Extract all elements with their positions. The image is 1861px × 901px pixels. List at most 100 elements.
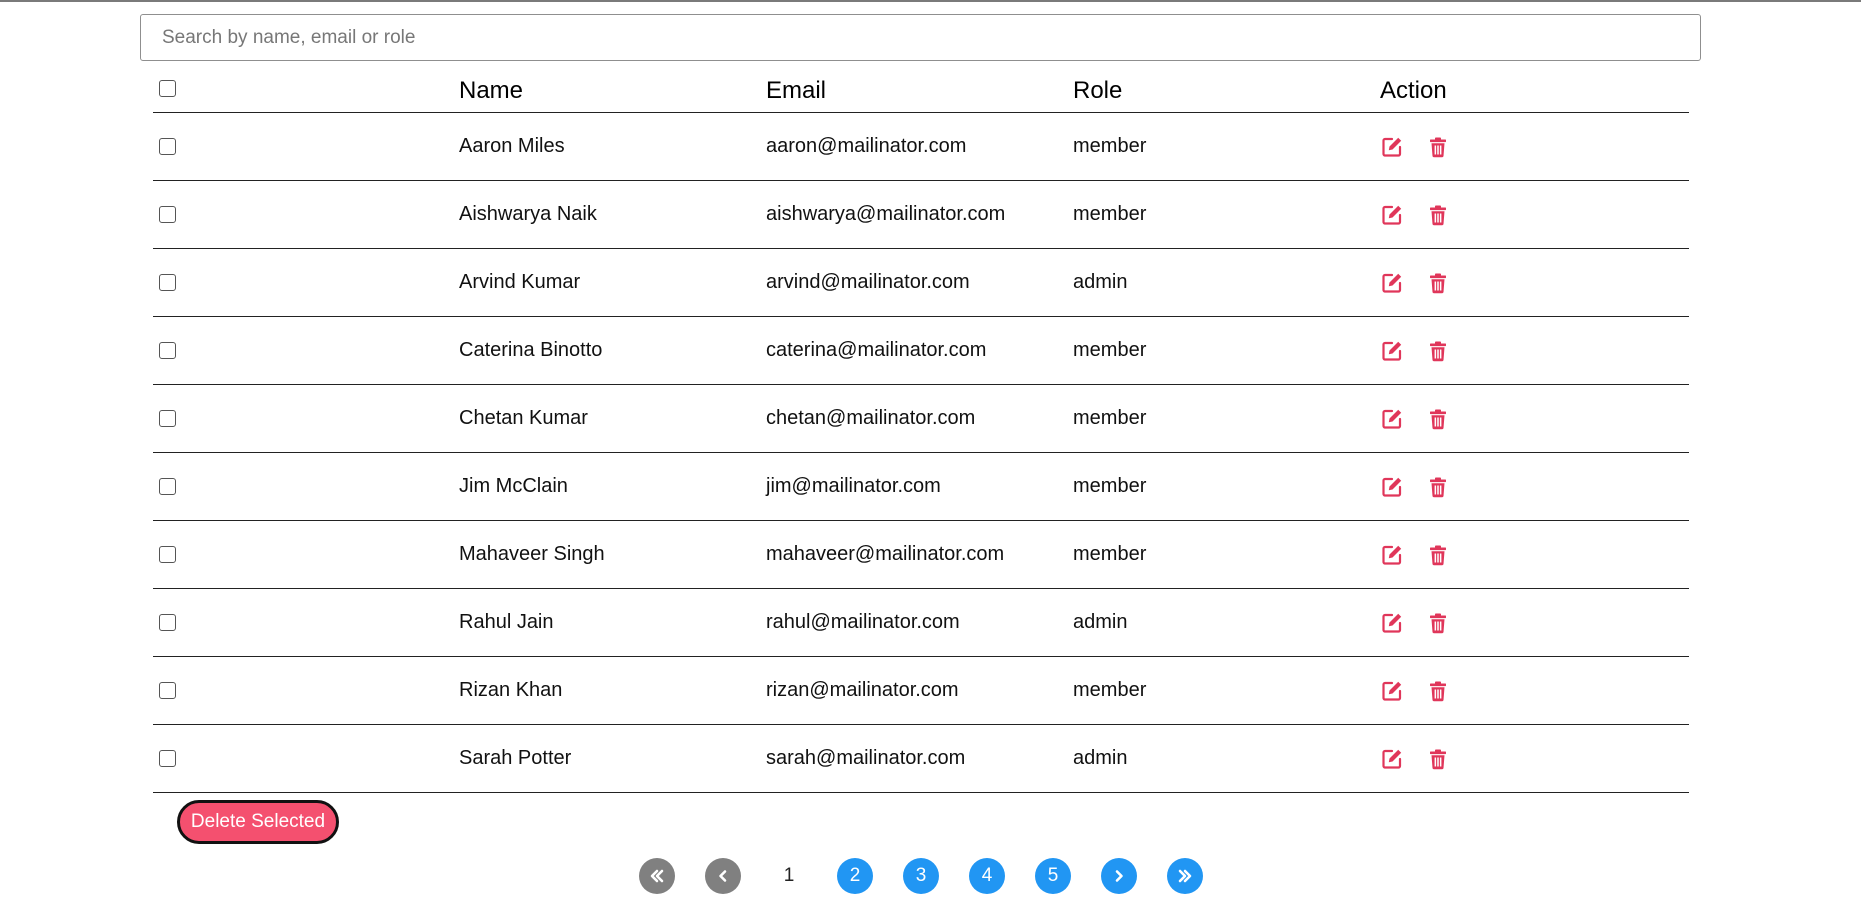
edit-icon[interactable] <box>1380 339 1404 363</box>
last-page-button[interactable] <box>1167 858 1203 894</box>
page-button-3[interactable]: 3 <box>903 858 939 894</box>
cell-email: rizan@mailinator.com <box>766 656 1073 725</box>
cell-role: member <box>1073 656 1380 725</box>
cell-name: Aishwarya Naik <box>459 180 766 249</box>
row-select-cell <box>153 248 459 317</box>
trash-icon[interactable] <box>1426 407 1450 431</box>
edit-icon[interactable] <box>1380 135 1404 159</box>
cell-email: arvind@mailinator.com <box>766 248 1073 317</box>
cell-name: Rahul Jain <box>459 588 766 657</box>
cell-actions <box>1380 724 1689 793</box>
row-select-cell <box>153 656 459 725</box>
select-all-checkbox[interactable] <box>159 80 176 98</box>
table-row: Arvind Kumar arvind@mailinator.com admin <box>153 248 1689 317</box>
header-action: Action <box>1380 70 1689 113</box>
row-select-cell <box>153 520 459 589</box>
header-select-cell <box>153 70 459 113</box>
trash-icon[interactable] <box>1426 543 1450 567</box>
cell-actions <box>1380 656 1689 725</box>
search-input[interactable] <box>140 14 1701 61</box>
table-row: Jim McClain jim@mailinator.com member <box>153 452 1689 521</box>
edit-icon[interactable] <box>1380 747 1404 771</box>
trash-icon[interactable] <box>1426 339 1450 363</box>
prev-page-button[interactable] <box>705 858 741 894</box>
edit-icon[interactable] <box>1380 475 1404 499</box>
cell-role: member <box>1073 112 1380 181</box>
trash-icon[interactable] <box>1426 203 1450 227</box>
cell-name: Jim McClain <box>459 452 766 521</box>
trash-icon[interactable] <box>1426 475 1450 499</box>
next-page-button[interactable] <box>1101 858 1137 894</box>
cell-actions <box>1380 520 1689 589</box>
table-row: Caterina Binotto caterina@mailinator.com m… <box>153 316 1689 385</box>
table-header-row: Name Email Role Action <box>153 70 1689 113</box>
edit-icon[interactable] <box>1380 271 1404 295</box>
cell-name: Arvind Kumar <box>459 248 766 317</box>
row-checkbox[interactable] <box>159 614 176 632</box>
page-button-5[interactable]: 5 <box>1035 858 1071 894</box>
row-checkbox[interactable] <box>159 750 176 768</box>
cell-role: admin <box>1073 588 1380 657</box>
search-bar <box>140 14 1701 61</box>
row-checkbox[interactable] <box>159 342 176 360</box>
row-checkbox[interactable] <box>159 410 176 428</box>
page-button-1[interactable]: 1 <box>771 858 807 894</box>
header-name: Name <box>459 70 766 113</box>
row-checkbox[interactable] <box>159 546 176 564</box>
row-select-cell <box>153 316 459 385</box>
chevron-right-icon <box>1111 868 1127 884</box>
first-page-button[interactable] <box>639 858 675 894</box>
row-select-cell <box>153 384 459 453</box>
edit-icon[interactable] <box>1380 203 1404 227</box>
cell-actions <box>1380 384 1689 453</box>
cell-email: aishwarya@mailinator.com <box>766 180 1073 249</box>
trash-icon[interactable] <box>1426 747 1450 771</box>
table-row: Rizan Khan rizan@mailinator.com member <box>153 656 1689 725</box>
cell-actions <box>1380 588 1689 657</box>
cell-email: chetan@mailinator.com <box>766 384 1073 453</box>
cell-role: member <box>1073 384 1380 453</box>
cell-role: member <box>1073 520 1380 589</box>
cell-email: sarah@mailinator.com <box>766 724 1073 793</box>
page-button-4[interactable]: 4 <box>969 858 1005 894</box>
edit-icon[interactable] <box>1380 679 1404 703</box>
trash-icon[interactable] <box>1426 679 1450 703</box>
cell-email: rahul@mailinator.com <box>766 588 1073 657</box>
row-select-cell <box>153 724 459 793</box>
row-select-cell <box>153 588 459 657</box>
row-select-cell <box>153 112 459 181</box>
trash-icon[interactable] <box>1426 135 1450 159</box>
users-table: Name Email Role Action Aaron Miles aaron@… <box>153 70 1689 793</box>
cell-role: member <box>1073 452 1380 521</box>
cell-email: aaron@mailinator.com <box>766 112 1073 181</box>
trash-icon[interactable] <box>1426 271 1450 295</box>
table-row: Aishwarya Naik aishwarya@mailinator.com me… <box>153 180 1689 249</box>
cell-actions <box>1380 316 1689 385</box>
edit-icon[interactable] <box>1380 407 1404 431</box>
cell-name: Caterina Binotto <box>459 316 766 385</box>
trash-icon[interactable] <box>1426 611 1450 635</box>
cell-role: member <box>1073 180 1380 249</box>
row-checkbox[interactable] <box>159 206 176 224</box>
pagination: 1 2 3 4 5 <box>639 858 1203 894</box>
cell-role: admin <box>1073 724 1380 793</box>
delete-selected-button[interactable]: Delete Selected <box>177 800 339 844</box>
page-button-2[interactable]: 2 <box>837 858 873 894</box>
cell-email: caterina@mailinator.com <box>766 316 1073 385</box>
row-checkbox[interactable] <box>159 478 176 496</box>
cell-actions <box>1380 112 1689 181</box>
top-divider <box>0 0 1861 2</box>
table-row: Chetan Kumar chetan@mailinator.com member <box>153 384 1689 453</box>
row-select-cell <box>153 452 459 521</box>
cell-email: mahaveer@mailinator.com <box>766 520 1073 589</box>
row-checkbox[interactable] <box>159 682 176 700</box>
cell-role: admin <box>1073 248 1380 317</box>
edit-icon[interactable] <box>1380 611 1404 635</box>
cell-actions <box>1380 452 1689 521</box>
cell-name: Rizan Khan <box>459 656 766 725</box>
cell-name: Chetan Kumar <box>459 384 766 453</box>
cell-name: Sarah Potter <box>459 724 766 793</box>
edit-icon[interactable] <box>1380 543 1404 567</box>
row-checkbox[interactable] <box>159 138 176 156</box>
row-checkbox[interactable] <box>159 274 176 292</box>
